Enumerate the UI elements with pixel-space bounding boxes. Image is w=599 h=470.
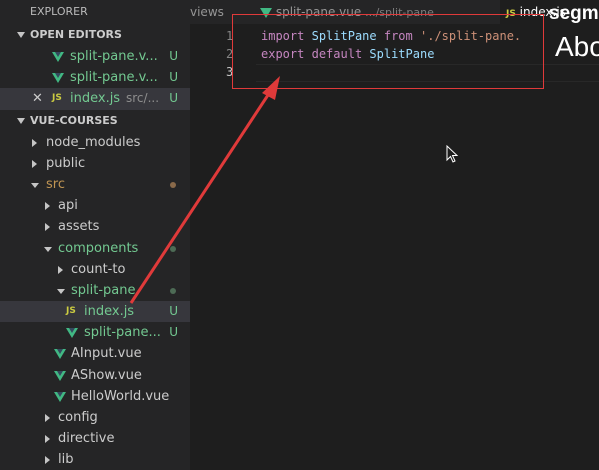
untracked-badge: U (169, 325, 178, 340)
chevron-right-icon (32, 159, 37, 168)
open-editor-path: src/... (126, 91, 160, 106)
tree-item-label: assets (58, 219, 100, 235)
tree-item-split-pane[interactable]: split-pane (0, 280, 190, 301)
tree-item-count-to[interactable]: count-to (0, 259, 190, 280)
open-editor-label: split-pane.v... (70, 70, 158, 86)
tree-item-components[interactable]: components (0, 238, 190, 259)
untracked-badge: U (169, 91, 178, 106)
project-section[interactable]: VUE-COURSES (0, 110, 190, 132)
tree-item-label: lib (58, 452, 74, 468)
tree-item-label: split-pane... (84, 325, 161, 341)
explorer-header: EXPLORER (30, 5, 88, 18)
vue-icon (54, 370, 66, 381)
chevron-right-icon (45, 414, 50, 422)
tree-item-api[interactable]: api (0, 195, 190, 216)
open-editor-label: index.js (70, 91, 121, 107)
open-editor-item[interactable]: split-pane.v... U (0, 46, 190, 67)
js-icon: JS (66, 306, 76, 317)
chevron-down-icon (44, 246, 52, 252)
chevron-right-icon (45, 202, 50, 211)
tree-item-ainput[interactable]: AInput.vue (0, 343, 190, 364)
vue-icon (66, 328, 78, 339)
tree-item-directive[interactable]: directive (0, 428, 190, 449)
project-title: VUE-COURSES (30, 113, 118, 127)
modified-dot-icon (170, 181, 176, 188)
vue-icon (54, 391, 66, 402)
open-editor-item[interactable]: split-pane.v... U (0, 67, 190, 88)
tree-item-label: node_modules (46, 134, 141, 150)
untracked-badge: U (169, 304, 178, 319)
tree-item-config[interactable]: config (0, 407, 190, 428)
untracked-dot-icon (170, 245, 176, 252)
chevron-right-icon (45, 456, 50, 465)
tree-item-label: count-to (71, 261, 126, 277)
tree-item-node-modules[interactable]: node_modules (0, 132, 190, 153)
code-editor[interactable]: 1 2 3 import SplitPane from './split-pan… (190, 24, 599, 470)
untracked-badge: U (169, 49, 178, 63)
untracked-badge: U (169, 70, 178, 85)
tree-item-helloworld[interactable]: HelloWorld.vue (0, 386, 190, 407)
tab-views[interactable]: views (190, 0, 230, 24)
chevron-down-icon (57, 288, 65, 294)
tree-item-index-js[interactable]: JS index.js U (0, 301, 190, 323)
vue-icon (52, 52, 64, 62)
tree-item-label: components (58, 240, 139, 256)
tree-item-label: index.js (84, 304, 135, 320)
chevron-right-icon (45, 223, 50, 232)
close-icon[interactable]: ✕ (32, 88, 43, 109)
tree-item-label: split-pane (71, 282, 136, 298)
tree-item-label: AInput.vue (71, 346, 142, 362)
vue-icon (52, 73, 64, 84)
chevron-down-icon (17, 32, 25, 38)
chevron-right-icon (32, 138, 37, 147)
overlay-text-bottom: Abo (555, 31, 599, 62)
explorer-sidebar: EXPLORER OPEN EDITORS split-pane.v... U … (0, 0, 190, 470)
tree-item-src[interactable]: src (0, 174, 190, 195)
untracked-dot-icon (170, 287, 176, 294)
chevron-right-icon (45, 435, 50, 444)
tree-item-split-pane-vue[interactable]: split-pane... U (0, 322, 190, 343)
chevron-right-icon (58, 265, 63, 274)
tree-item-ashow[interactable]: AShow.vue (0, 365, 190, 386)
tree-item-label: HelloWorld.vue (71, 388, 170, 404)
overlay-text-top: segm (549, 3, 599, 24)
tree-item-label: AShow.vue (71, 367, 142, 383)
chevron-down-icon (17, 117, 25, 124)
js-icon: JS (52, 93, 62, 104)
tree-item-label: src (46, 176, 65, 192)
vue-icon (54, 349, 66, 360)
tree-item-label: public (46, 155, 86, 171)
tree-item-label: api (58, 198, 78, 214)
tree-item-label: directive (58, 431, 115, 447)
tree-item-lib[interactable]: lib (0, 449, 190, 470)
open-editor-label: split-pane.v... (70, 49, 158, 64)
tab-label: views (190, 5, 224, 19)
open-editors-section[interactable]: OPEN EDITORS (0, 24, 190, 46)
annotation-box (232, 14, 544, 89)
chevron-down-icon (31, 182, 39, 188)
open-editor-item-active[interactable]: ✕ JS index.js src/... U (0, 88, 190, 110)
tree-item-public[interactable]: public (0, 153, 190, 174)
open-editors-title: OPEN EDITORS (30, 28, 122, 41)
tree-item-assets[interactable]: assets (0, 216, 190, 237)
tree-item-label: config (58, 410, 98, 425)
mouse-cursor-icon (446, 145, 459, 163)
